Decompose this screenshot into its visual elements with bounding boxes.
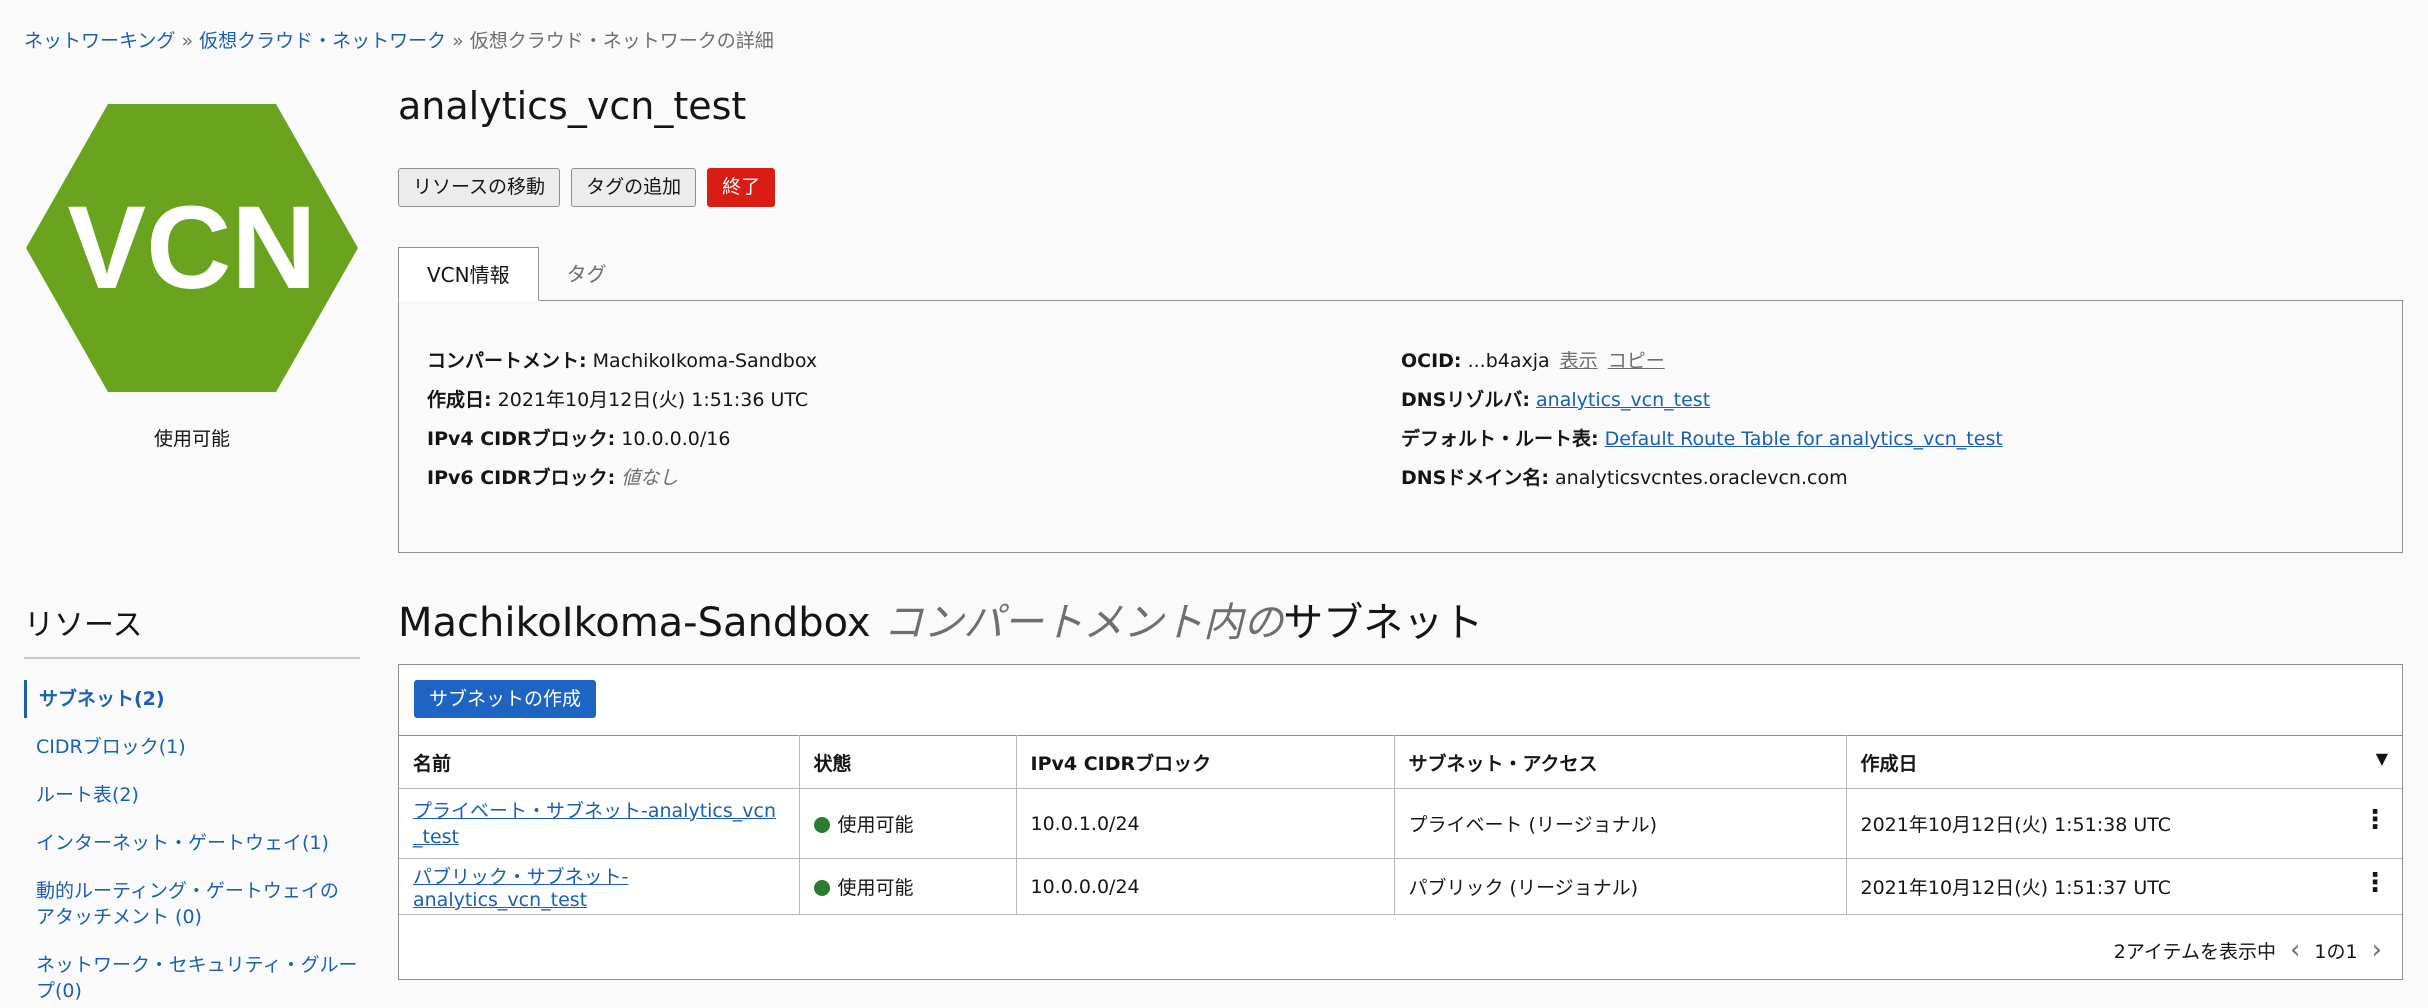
info-ocid: OCID: ...b4axja 表示 コピー (1401, 349, 2003, 388)
breadcrumb-vcn-list[interactable]: 仮想クラウド・ネットワーク (199, 30, 446, 52)
tab-vcn-info[interactable]: VCN情報 (398, 247, 539, 301)
subnets-title-end: サブネット (1283, 600, 1484, 646)
item-count-text: 2アイテムを表示中 (2113, 940, 2276, 963)
table-cell-cidr: 10.0.1.0/24 (1015, 788, 1395, 859)
state-text: 使用可能 (837, 877, 914, 899)
table-cell-name: パブリック・サブネット-analytics_vcn_test (399, 858, 800, 915)
state-text: 使用可能 (837, 814, 914, 836)
column-header-created-label: 作成日 (1860, 752, 1918, 775)
resources-nav: サブネット(2) CIDRブロック(1) ルート表(2) インターネット・ゲート… (24, 680, 360, 1008)
resource-item-cidr-blocks[interactable]: CIDRブロック(1) (24, 734, 360, 760)
info-value: ...b4axja (1467, 350, 1550, 372)
create-subnet-button[interactable]: サブネットの作成 (414, 680, 597, 718)
resource-item-subnets[interactable]: サブネット(2) (24, 680, 360, 718)
subnet-name-link[interactable]: パブリック・サブネット-analytics_vcn_test (413, 866, 628, 911)
table-cell-access: プライベート (リージョナル) (1393, 788, 1847, 859)
info-dns-resolver: DNSリゾルバ: analytics_vcn_test (1401, 388, 2003, 427)
info-value: 10.0.0.0/16 (621, 428, 731, 450)
table-footer: 2アイテムを表示中 ‹ 1の1 › (2114, 935, 2382, 965)
info-label: DNSドメイン名: (1401, 467, 1549, 489)
info-dns-domain: DNSドメイン名: analyticsvcntes.oraclevcn.com (1401, 466, 2003, 505)
column-header-access[interactable]: サブネット・アクセス (1393, 735, 1847, 789)
vcn-info-panel: コンパートメント: MachikoIkoma-Sandbox 作成日: 2021… (398, 300, 2403, 553)
status-dot-icon (813, 817, 830, 833)
vcn-hexagon-logo: VCN (24, 102, 360, 394)
ocid-copy-link[interactable]: コピー (1608, 350, 1665, 372)
table-cell-cidr: 10.0.0.0/24 (1015, 858, 1395, 915)
info-ipv6: IPv6 CIDRブロック: 値なし (427, 466, 817, 505)
table-header-row: 名前 状態 IPv4 CIDRブロック サブネット・アクセス 作成日 ▼ (399, 735, 2402, 789)
info-column-right: OCID: ...b4axja 表示 コピー DNSリゾルバ: analytics_… (1401, 349, 2003, 505)
info-default-route: デフォルト・ルート表: Default Route Table for anal… (1401, 427, 2003, 466)
status-dot-icon (813, 880, 830, 896)
dns-resolver-link[interactable]: analytics_vcn_test (1536, 389, 1710, 411)
info-label: IPv4 CIDRブロック: (427, 428, 616, 450)
resources-divider (24, 657, 360, 659)
table-cell-created: 2021年10月12日(火) 1:51:37 UTC ⋮ (1845, 858, 2402, 915)
page-indicator: 1の1 (2314, 940, 2358, 963)
info-label: DNSリゾルバ: (1401, 389, 1530, 411)
default-route-table-link[interactable]: Default Route Table for analytics_vcn_te… (1605, 428, 2003, 450)
row-actions-kebab-icon[interactable]: ⋮ (2362, 807, 2388, 833)
info-label: IPv6 CIDRブロック: (427, 467, 616, 489)
ocid-show-link[interactable]: 表示 (1560, 350, 1598, 372)
prev-page-icon[interactable]: ‹ (2290, 935, 2300, 965)
resource-item-nsgs[interactable]: ネットワーク・セキュリティ・グループ(0) (24, 952, 360, 1004)
sort-down-icon[interactable]: ▼ (2376, 749, 2388, 768)
move-resource-button[interactable]: リソースの移動 (398, 168, 561, 207)
info-ipv4: IPv4 CIDRブロック: 10.0.0.0/16 (427, 427, 817, 466)
created-text: 2021年10月12日(火) 1:51:37 UTC (1860, 877, 2172, 899)
subnets-table: 名前 状態 IPv4 CIDRブロック サブネット・アクセス 作成日 ▼ プライベ… (399, 735, 2402, 915)
info-value: analyticsvcntes.oraclevcn.com (1555, 467, 1848, 489)
table-cell-created: 2021年10月12日(火) 1:51:38 UTC ⋮ (1845, 788, 2402, 859)
subnets-title-compartment: MachikoIkoma-Sandbox (398, 600, 871, 646)
created-text: 2021年10月12日(火) 1:51:38 UTC (1860, 814, 2172, 836)
subnet-name-link[interactable]: プライベート・サブネット-analytics_vcn_test (413, 798, 783, 850)
column-header-ipv4[interactable]: IPv4 CIDRブロック (1015, 735, 1395, 789)
info-column-left: コンパートメント: MachikoIkoma-Sandbox 作成日: 2021… (427, 349, 817, 505)
tab-tags[interactable]: タグ (539, 247, 635, 301)
breadcrumb-separator: » (452, 30, 464, 52)
table-row: プライベート・サブネット-analytics_vcn_test 使用可能 10.… (399, 788, 2402, 859)
column-header-created[interactable]: 作成日 ▼ (1845, 735, 2402, 789)
resource-item-route-tables[interactable]: ルート表(2) (24, 782, 360, 808)
table-row: パブリック・サブネット-analytics_vcn_test 使用可能 10.0… (399, 858, 2402, 915)
column-header-name[interactable]: 名前 (399, 735, 800, 789)
lifecycle-status: 使用可能 (153, 428, 230, 450)
info-label: コンパートメント: (427, 350, 587, 372)
info-value: 値なし (621, 467, 679, 489)
info-created: 作成日: 2021年10月12日(火) 1:51:36 UTC (427, 388, 817, 427)
page-title: analytics_vcn_test (398, 84, 747, 128)
resource-item-drg-attachments[interactable]: 動的ルーティング・ゲートウェイの アタッチメント (0) (24, 878, 360, 930)
info-label: デフォルト・ルート表: (1401, 428, 1599, 450)
column-header-state[interactable]: 状態 (798, 735, 1017, 789)
info-value: MachikoIkoma-Sandbox (592, 350, 818, 372)
subnets-section-title: MachikoIkoma-Sandbox コンパートメント内のサブネット (398, 590, 1483, 648)
info-label: 作成日: (427, 389, 492, 411)
next-page-icon[interactable]: › (2372, 935, 2382, 965)
info-compartment: コンパートメント: MachikoIkoma-Sandbox (427, 349, 817, 388)
info-value: 2021年10月12日(火) 1:51:36 UTC (497, 389, 809, 411)
subnets-table-panel: サブネットの作成 名前 状態 IPv4 CIDRブロック サブネット・アクセス … (398, 664, 2403, 980)
detail-tabs: VCN情報 タグ (398, 247, 635, 301)
breadcrumb-separator: » (181, 30, 194, 52)
action-buttons: リソースの移動 タグの追加 終了 (398, 168, 776, 207)
breadcrumb-current: 仮想クラウド・ネットワークの詳細 (469, 30, 774, 52)
info-label: OCID: (1401, 350, 1462, 372)
terminate-button[interactable]: 終了 (707, 168, 776, 207)
subnets-title-mid: コンパートメント内の (883, 600, 1284, 646)
logo-text: VCN (67, 182, 316, 314)
row-actions-kebab-icon[interactable]: ⋮ (2362, 870, 2388, 896)
table-cell-name: プライベート・サブネット-analytics_vcn_test (399, 788, 800, 859)
breadcrumb: ネットワーキング» 仮想クラウド・ネットワーク» 仮想クラウド・ネットワークの詳細 (24, 26, 774, 53)
add-tags-button[interactable]: タグの追加 (571, 168, 697, 207)
table-cell-state: 使用可能 (798, 858, 1017, 915)
breadcrumb-networking[interactable]: ネットワーキング (24, 30, 175, 52)
table-cell-state: 使用可能 (798, 788, 1017, 859)
resource-item-internet-gateways[interactable]: インターネット・ゲートウェイ(1) (24, 830, 360, 856)
resources-heading: リソース (24, 608, 143, 643)
table-cell-access: パブリック (リージョナル) (1393, 858, 1847, 915)
